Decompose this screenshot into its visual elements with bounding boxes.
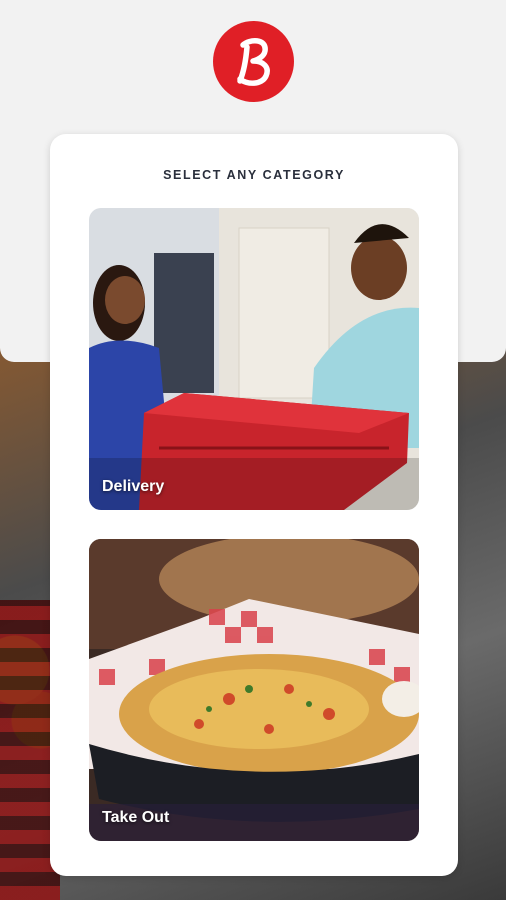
delivery-photo	[89, 208, 419, 510]
card-title: SELECT ANY CATEGORY	[163, 168, 345, 182]
delivery-label: Delivery	[102, 478, 165, 495]
category-tile-delivery[interactable]: Delivery	[89, 208, 419, 510]
category-tile-take-out[interactable]: Take Out	[89, 539, 419, 841]
category-card: SELECT ANY CATEGORY Delivery Take Out	[50, 134, 458, 876]
take-out-label: Take Out	[102, 809, 170, 826]
take-out-photo	[89, 539, 419, 841]
brand-b-logo-icon	[213, 21, 294, 102]
